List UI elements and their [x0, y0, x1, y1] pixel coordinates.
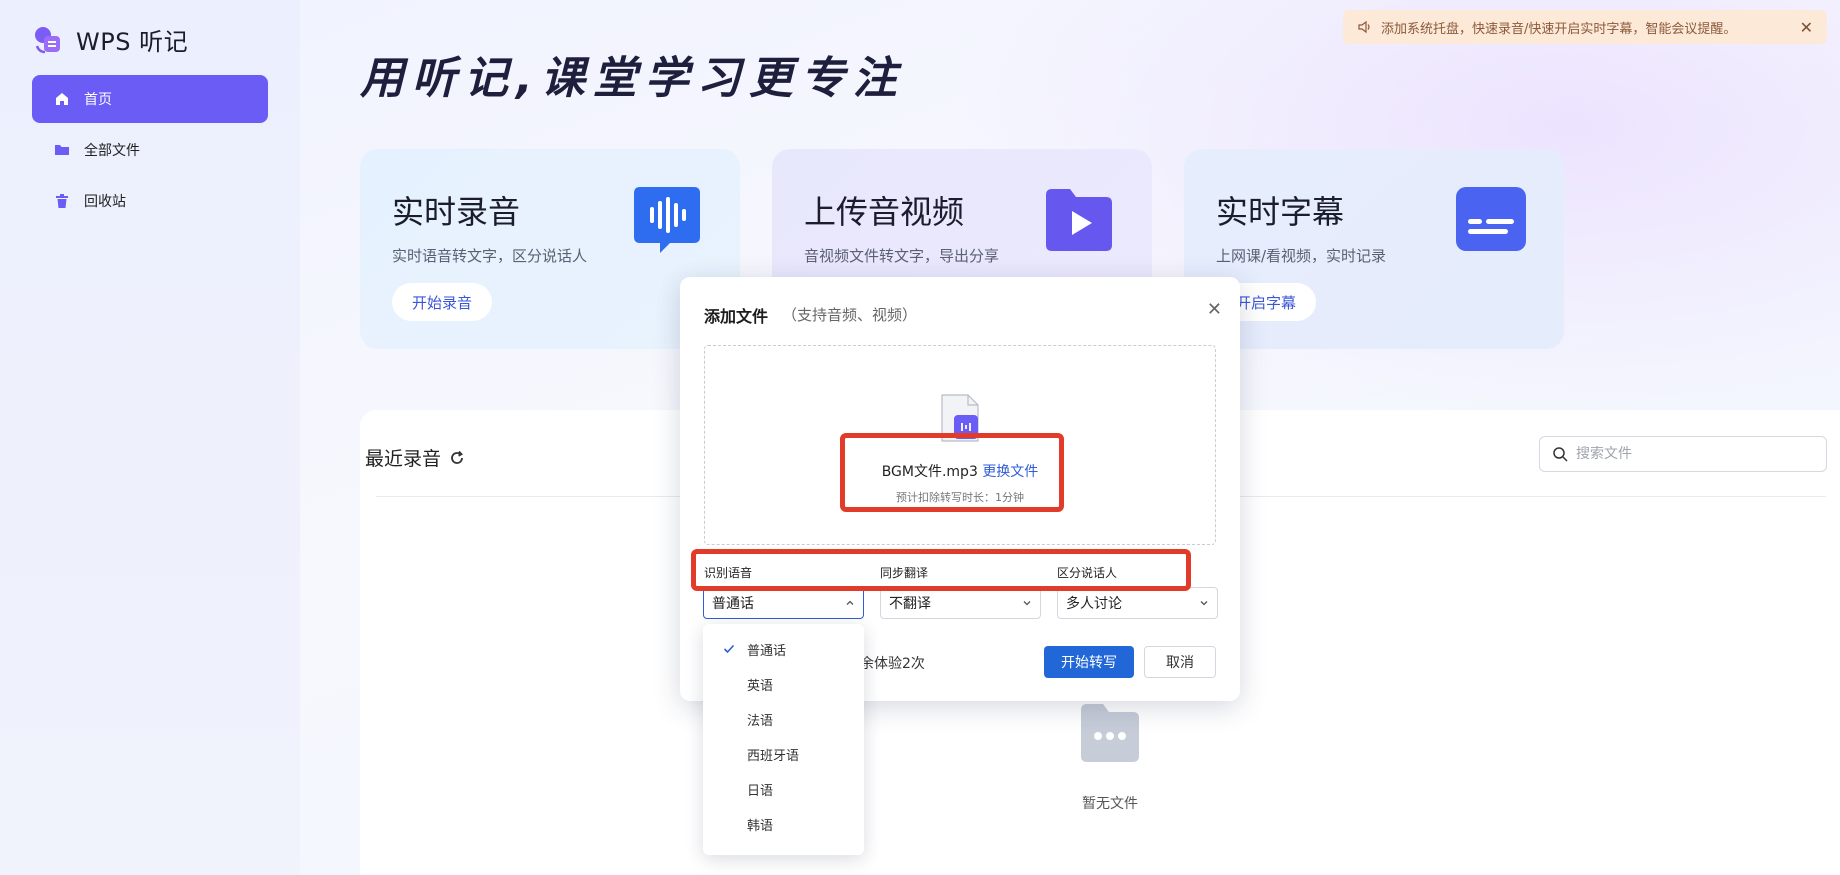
tray-notice-banner: 添加系统托盘，快速录音/快速开启实时字幕，智能会议提醒。 ✕ — [1343, 10, 1827, 44]
sidebar-item-home[interactable]: 首页 — [32, 75, 268, 123]
dropdown-option-english[interactable]: 英语 — [703, 667, 864, 702]
refresh-icon[interactable] — [449, 450, 465, 466]
sidebar-item-label: 首页 — [84, 92, 112, 108]
notice-close-icon[interactable]: ✕ — [1800, 18, 1813, 37]
language-dropdown: 普通话 英语 法语 西班牙语 日语 韩语 — [703, 624, 864, 855]
chevron-up-icon — [846, 600, 854, 605]
search-icon — [1553, 447, 1568, 462]
translate-select-value: 不翻译 — [889, 596, 931, 612]
chevron-down-icon — [1200, 601, 1208, 606]
recent-title: 最近录音 — [365, 444, 465, 471]
dropdown-option-label: 西班牙语 — [747, 749, 800, 764]
check-icon — [723, 644, 735, 654]
speaker-icon — [1358, 20, 1370, 34]
translate-select[interactable]: 不翻译 — [880, 587, 1041, 619]
card-realtime-subtitles[interactable]: 实时字幕 上网课/看视频，实时记录 开启字幕 — [1184, 149, 1564, 349]
app-name: WPS 听记 — [76, 28, 189, 56]
language-select-value: 普通话 — [712, 596, 754, 612]
start-transcribe-button[interactable]: 开始转写 — [1044, 646, 1134, 678]
dropdown-option-mandarin[interactable]: 普通话 — [703, 632, 864, 667]
page-headline: 用听记,课堂学习更专注 — [360, 53, 905, 104]
language-select[interactable]: 普通话 — [703, 587, 864, 619]
brand: WPS 听记 — [32, 22, 188, 57]
highlight-box-fields — [691, 549, 1191, 591]
sidebar-item-label: 全部文件 — [84, 143, 140, 159]
chevron-down-icon — [1023, 601, 1031, 606]
sidebar-item-recycle-bin[interactable]: 回收站 — [32, 177, 268, 225]
dropdown-option-label: 英语 — [747, 679, 774, 694]
home-icon — [56, 93, 68, 105]
empty-folder-icon — [1081, 704, 1139, 762]
dropdown-option-label: 普通话 — [747, 644, 787, 659]
search-box[interactable] — [1539, 436, 1827, 472]
dropdown-option-label: 日语 — [747, 784, 774, 799]
dropdown-option-spanish[interactable]: 西班牙语 — [703, 737, 864, 772]
close-icon[interactable]: ✕ — [1207, 299, 1222, 320]
speaker-select[interactable]: 多人讨论 — [1057, 587, 1218, 619]
highlight-box-file — [840, 433, 1064, 512]
dialog-title: 添加文件 — [704, 307, 769, 326]
video-folder-icon — [1046, 189, 1112, 251]
subtitle-icon — [1456, 187, 1526, 251]
start-recording-button[interactable]: 开始录音 — [392, 283, 493, 321]
quota-text: 余体验2次 — [860, 656, 925, 672]
empty-text: 暂无文件 — [1082, 796, 1138, 812]
dropdown-option-label: 法语 — [747, 714, 774, 729]
dropdown-option-french[interactable]: 法语 — [703, 702, 864, 737]
notice-text: 添加系统托盘，快速录音/快速开启实时字幕，智能会议提醒。 — [1381, 21, 1737, 37]
sidebar-item-label: 回收站 — [84, 194, 126, 210]
recent-title-text: 最近录音 — [365, 448, 442, 470]
folder-icon — [55, 145, 69, 155]
dropdown-option-japanese[interactable]: 日语 — [703, 772, 864, 807]
app-logo-icon — [35, 26, 60, 53]
trash-icon — [56, 194, 68, 208]
sidebar: WPS 听记 首页 全部文件 回收站 — [0, 0, 300, 875]
speaker-select-value: 多人讨论 — [1066, 596, 1122, 612]
dropdown-option-korean[interactable]: 韩语 — [703, 807, 864, 842]
sidebar-item-all-files[interactable]: 全部文件 — [32, 126, 268, 174]
search-input[interactable] — [1576, 446, 1806, 462]
voice-wave-icon — [634, 187, 700, 253]
dialog-subtitle: （支持音频、视频） — [782, 306, 918, 324]
dropdown-option-label: 韩语 — [747, 819, 774, 834]
cancel-button[interactable]: 取消 — [1144, 646, 1216, 678]
